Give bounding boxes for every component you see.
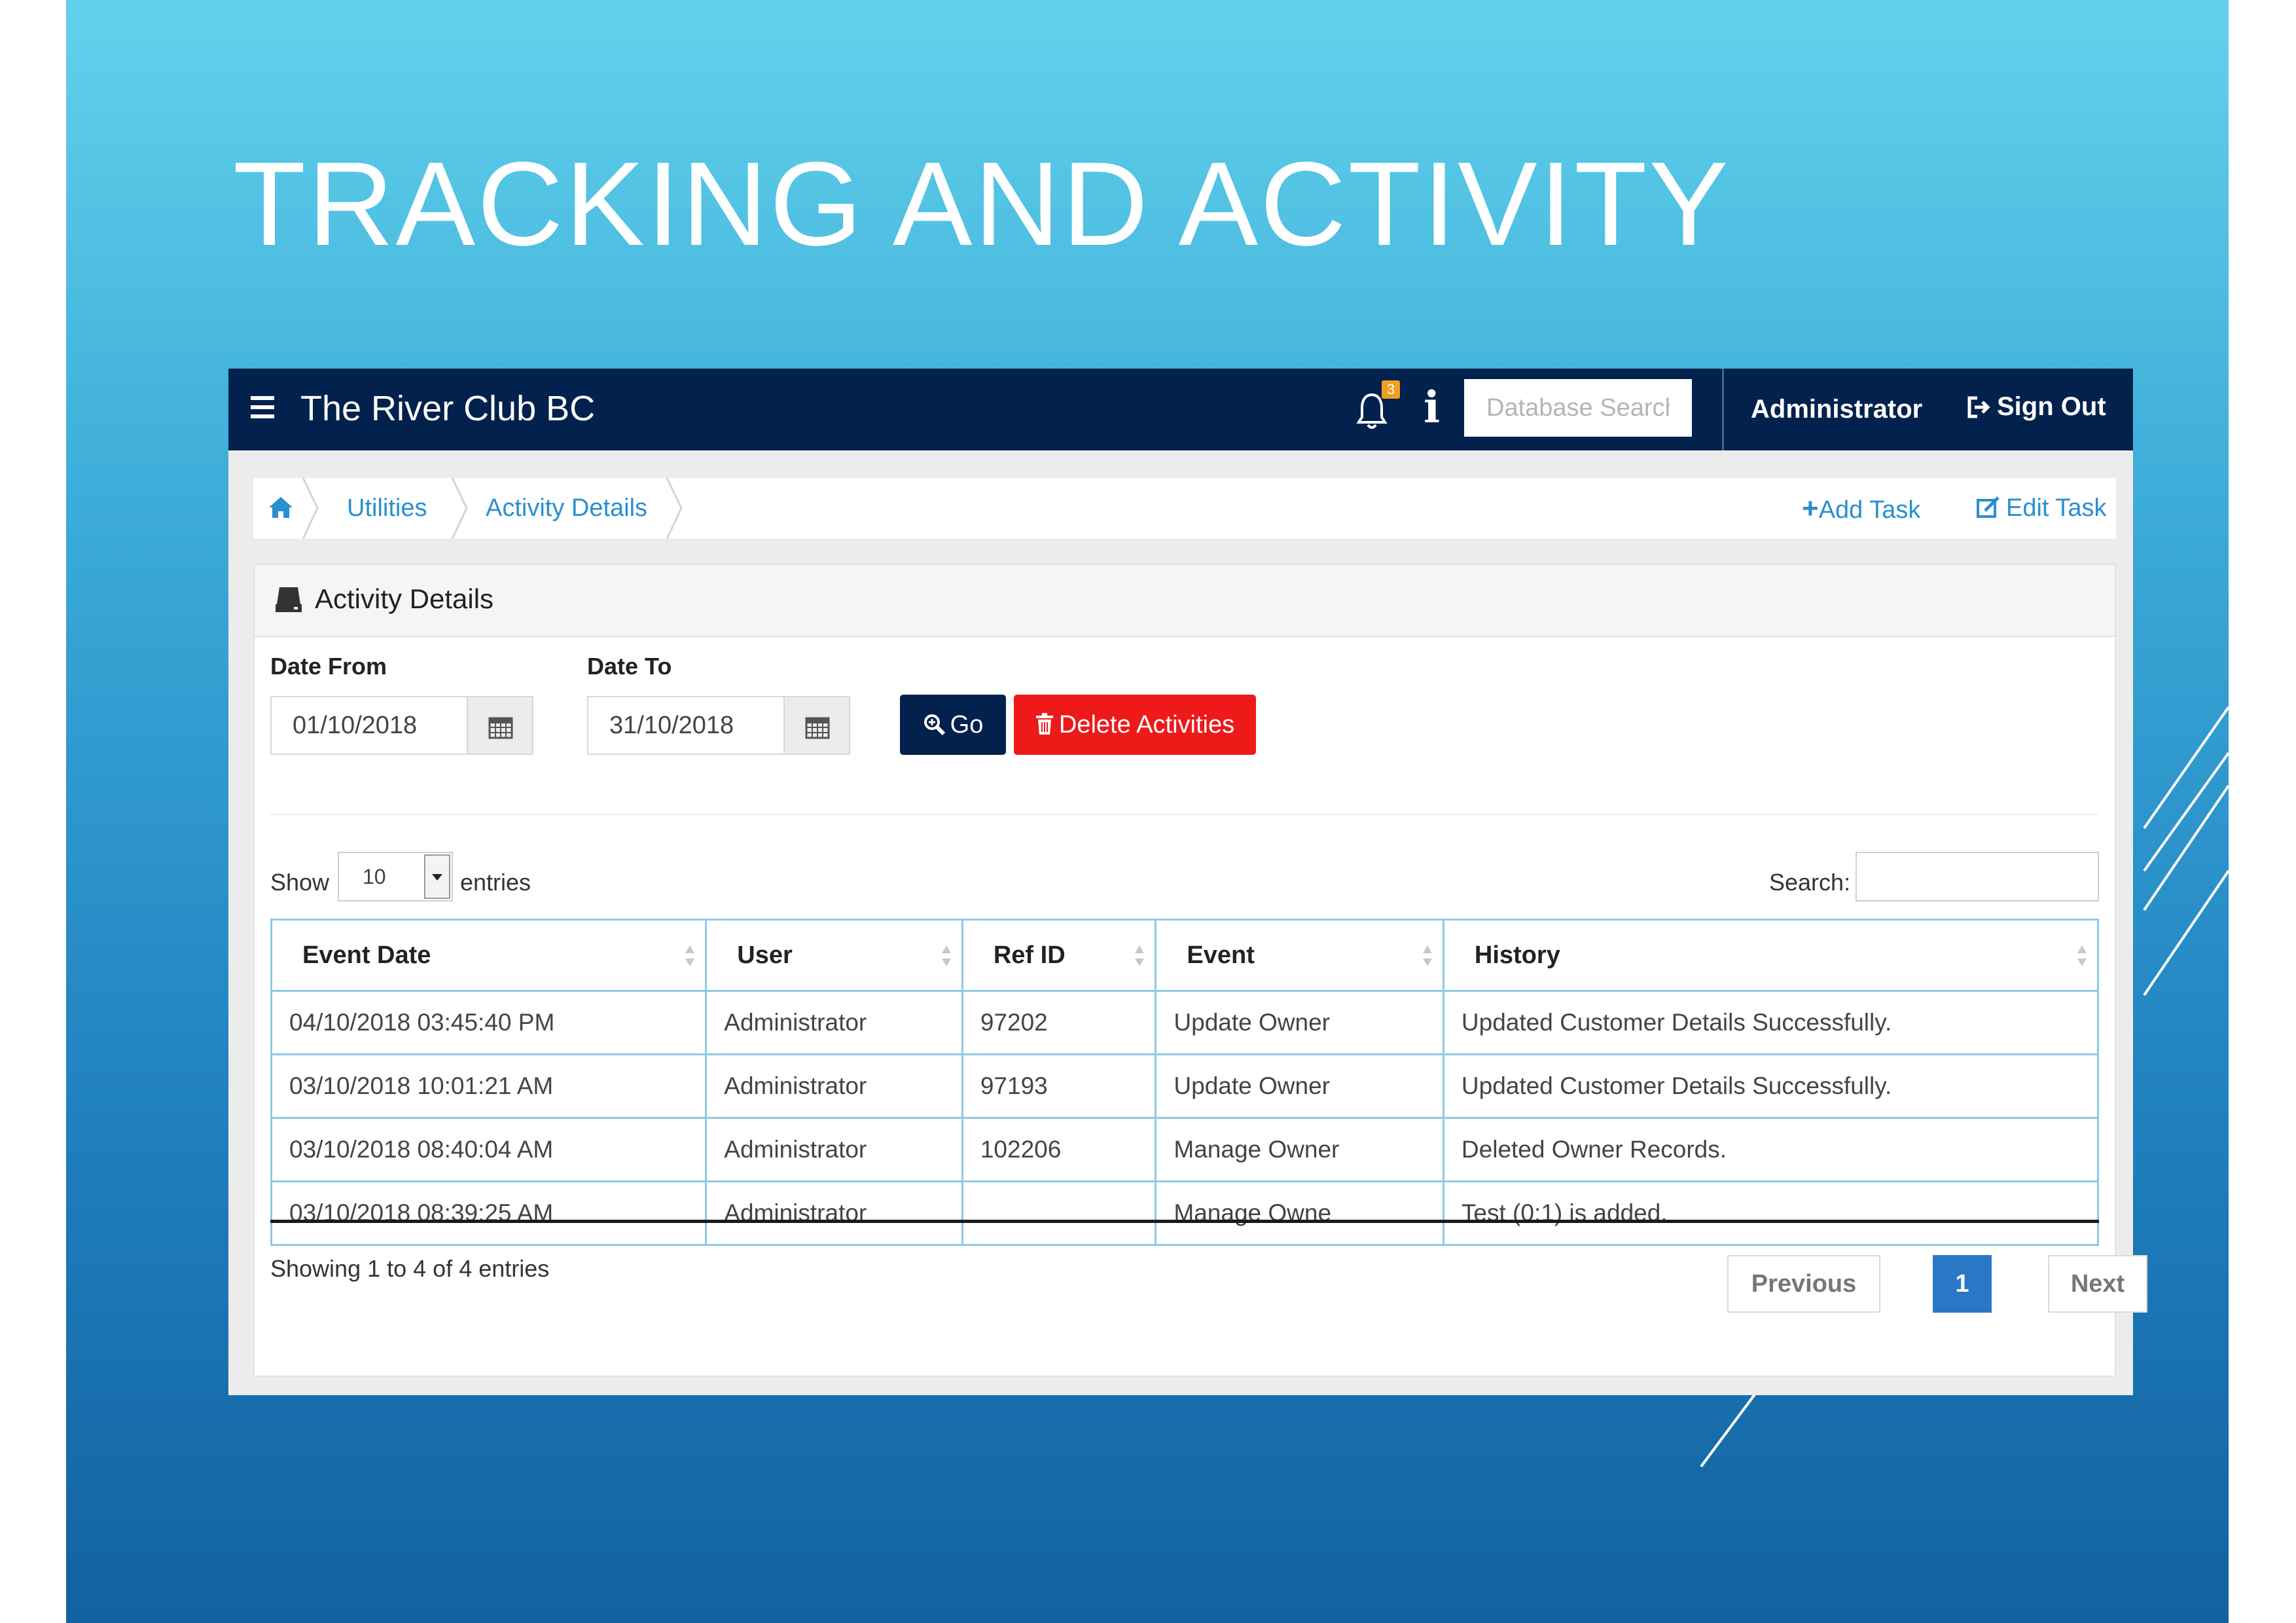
cell-ref-id [961,1180,1157,1246]
top-navbar: The River Club BC 3 i Administrator Sign… [228,369,2133,450]
cell-ref-id: 97202 [961,990,1157,1055]
cell-event: Update Owner [1155,1053,1444,1119]
table-bottom-border [270,1220,2099,1223]
column-header-user[interactable]: User [705,919,963,992]
column-label: Event Date [302,941,431,969]
edit-task-label: Edit Task [2006,494,2107,522]
add-task-label: Add Task [1818,496,1921,524]
breadcrumb-separator [666,478,683,539]
column-header-event-date[interactable]: Event Date [270,919,708,992]
sort-icon [685,945,695,966]
date-from-label: Date From [270,653,387,680]
activity-panel: Activity Details Date From Date To [253,564,2147,1377]
column-header-ref-id[interactable]: Ref ID [961,919,1157,992]
cell-event-date: 03/10/2018 08:40:04 AM [270,1117,708,1182]
cell-ref-id: 97193 [961,1053,1157,1119]
cell-event: Update Owner [1155,990,1444,1055]
zoom-search-icon [924,714,945,736]
column-label: History [1474,941,1560,969]
sort-icon [2077,945,2087,966]
breadcrumb-separator [451,478,468,539]
app-title: The River Club BC [300,389,596,428]
app-window: The River Club BC 3 i Administrator Sign… [228,369,2147,1395]
column-label: Event [1187,941,1255,969]
column-label: Ref ID [993,941,1066,969]
next-page-button[interactable]: Next [2048,1255,2147,1313]
cell-event-date: 03/10/2018 10:01:21 AM [270,1053,708,1119]
date-from-calendar-button[interactable] [468,696,533,755]
date-to-input[interactable] [587,696,785,755]
navbar-divider [1722,369,1724,450]
page-1-button[interactable]: 1 [1933,1255,1992,1313]
cell-event-date: 03/10/2018 08:39:25 AM [270,1180,708,1246]
go-button[interactable]: Go [900,695,1006,755]
delete-activities-label: Delete Activities [1058,711,1235,739]
breadcrumb-separator [302,478,319,539]
table-search-input[interactable] [1856,852,2099,902]
date-to-label: Date To [587,653,672,680]
activity-table: Event Date User Ref ID Event History 04/… [270,919,2100,1246]
column-label: User [737,941,793,969]
home-icon[interactable] [268,495,294,520]
chevron-down-icon [424,854,450,899]
column-header-event[interactable]: Event [1155,919,1444,992]
sort-icon [1135,945,1145,966]
database-search-input[interactable] [1464,379,1692,437]
cell-event: Manage Owne [1155,1180,1444,1246]
cell-ref-id: 102206 [961,1117,1157,1182]
previous-page-button[interactable]: Previous [1727,1255,1880,1313]
add-task-link[interactable]: +Add Task [1802,478,1920,539]
cell-user: Administrator [705,1117,963,1182]
column-header-history[interactable]: History [1442,919,2100,992]
user-name[interactable]: Administrator [1751,395,1922,424]
cell-history: Updated Customer Details Successfully. [1442,1053,2100,1119]
edit-task-link[interactable]: Edit Task [1976,478,2106,539]
edit-icon [1977,496,2000,518]
table-info: Showing 1 to 4 of 4 entries [270,1255,550,1282]
sort-icon [941,945,951,966]
table-header-row: Event Date User Ref ID Event History [270,919,2100,992]
date-to-calendar-button[interactable] [785,696,850,755]
slide-background: TRACKING AND ACTIVITY The River Club BC … [66,0,2229,1623]
search-label: Search: [1769,869,1851,896]
entries-label: entries [460,869,531,896]
show-label: Show [270,869,330,896]
go-label: Go [950,711,984,739]
cell-history: Updated Customer Details Successfully. [1442,990,2100,1055]
breadcrumb: Utilities Activity Details +Add Task Edi… [253,478,2116,539]
menu-toggle-icon[interactable] [251,396,274,422]
cell-event-date: 04/10/2018 03:45:40 PM [270,990,708,1055]
hard-drive-icon [276,587,302,612]
sort-icon [1422,945,1432,966]
cell-event: Manage Owner [1155,1117,1444,1182]
calendar-icon [488,717,513,739]
cell-history: Deleted Owner Records. [1442,1117,2100,1182]
entries-per-page-select[interactable]: 10 [338,852,453,902]
sign-out-icon [1967,396,1990,418]
table-row[interactable]: 03/10/2018 10:01:21 AM Administrator 971… [270,1053,2100,1119]
delete-activities-button[interactable]: Delete Activities [1014,695,1256,755]
cell-user: Administrator [705,1053,963,1119]
table-row[interactable]: 03/10/2018 08:40:04 AM Administrator 102… [270,1117,2100,1182]
entries-value: 10 [363,865,386,888]
info-icon[interactable]: i [1424,386,1440,429]
trash-icon [1035,713,1053,735]
plus-icon: + [1802,492,1819,524]
breadcrumb-utilities[interactable]: Utilities [347,478,427,539]
table-row[interactable]: 04/10/2018 03:45:40 PM Administrator 972… [270,990,2100,1055]
calendar-icon [805,717,830,739]
sign-out-label: Sign Out [1997,392,2106,421]
divider [270,814,2098,815]
breadcrumb-activity-details[interactable]: Activity Details [486,478,647,539]
notification-badge: 3 [1382,380,1400,399]
sign-out-button[interactable]: Sign Out [1965,392,2106,422]
panel-title: Activity Details [315,583,494,614]
cell-user: Administrator [705,1180,963,1246]
table-row[interactable]: 03/10/2018 08:39:25 AM Administrator Man… [270,1180,2100,1246]
date-from-input[interactable] [270,696,468,755]
cell-history: Test (0:1) is added. [1442,1180,2100,1246]
panel-header: Activity Details [255,565,2115,637]
cell-user: Administrator [705,990,963,1055]
